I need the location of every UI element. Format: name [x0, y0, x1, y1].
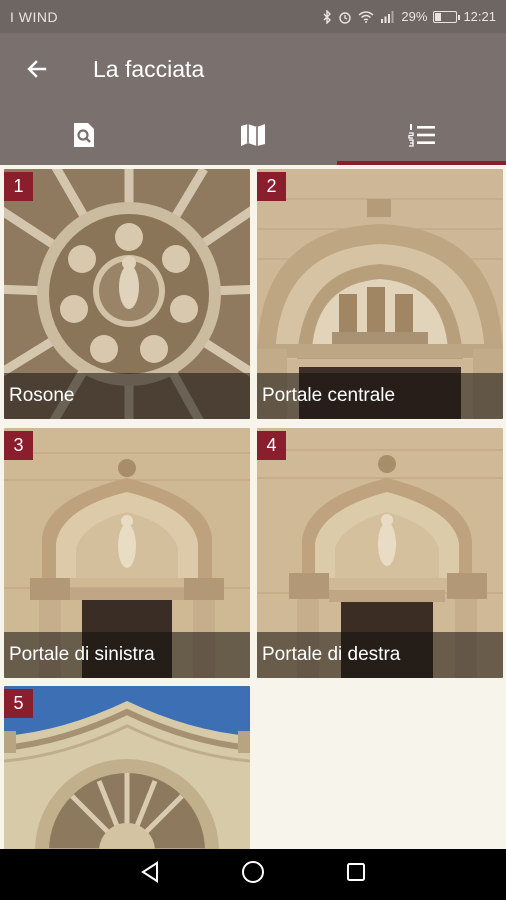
- back-button[interactable]: [0, 33, 74, 105]
- item-number-badge: 2: [257, 172, 286, 201]
- item-caption: Portale di destra: [257, 632, 503, 678]
- item-number-badge: 3: [4, 431, 33, 460]
- app-bar: La facciata: [0, 33, 506, 105]
- system-nav-bar: [0, 849, 506, 900]
- tab-map[interactable]: [169, 105, 338, 165]
- battery-fill: [435, 12, 442, 21]
- nav-home-button[interactable]: [241, 860, 265, 889]
- nav-back-button[interactable]: [140, 861, 160, 888]
- facade-top-image: [4, 686, 250, 849]
- status-icons: 29% 12:21: [322, 9, 496, 24]
- item-caption: Rosone: [4, 373, 250, 419]
- grid-item-portale-centrale[interactable]: 2 Portale centrale: [257, 169, 503, 419]
- item-caption: Portale di sinistra: [4, 632, 250, 678]
- tab-bar: [0, 105, 506, 165]
- item-caption: Portale centrale: [257, 373, 503, 419]
- bluetooth-icon: [323, 9, 332, 24]
- battery-icon: [433, 10, 461, 23]
- nav-recents-button[interactable]: [346, 862, 366, 887]
- item-number-badge: 1: [4, 172, 33, 201]
- grid-item-5[interactable]: 5: [4, 686, 250, 849]
- tab-search[interactable]: [0, 105, 169, 165]
- items-grid: 1 Rosone 2 Portale centrale 3 Portale di…: [0, 165, 506, 849]
- alarm-icon: [339, 11, 352, 24]
- carrier-label: I WIND: [10, 8, 59, 25]
- search-document-icon: [74, 123, 95, 147]
- battery-percent: 29%: [401, 9, 428, 24]
- numbered-list-icon: [408, 124, 435, 147]
- grid-item-portale-di-sinistra[interactable]: 3 Portale di sinistra: [4, 428, 250, 678]
- grid-item-rosone[interactable]: 1 Rosone: [4, 169, 250, 419]
- item-number-badge: 5: [4, 689, 33, 718]
- recents-square-icon: [346, 863, 365, 881]
- arrow-left-icon: [27, 60, 47, 78]
- signal-icon: [381, 11, 394, 23]
- page-title: La facciata: [93, 55, 205, 82]
- home-circle-icon: [241, 861, 264, 883]
- clock: 12:21: [463, 9, 496, 24]
- wifi-icon: [358, 11, 374, 23]
- back-triangle-icon: [141, 861, 159, 883]
- status-bar: I WIND 29% 12:21: [0, 0, 506, 33]
- grid-item-portale-di-destra[interactable]: 4 Portale di destra: [257, 428, 503, 678]
- item-number-badge: 4: [257, 431, 286, 460]
- map-icon: [241, 124, 265, 146]
- tab-list[interactable]: [337, 105, 506, 165]
